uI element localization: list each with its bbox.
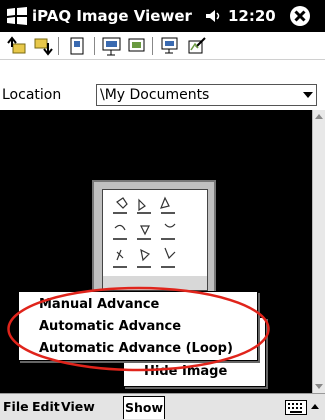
- keyboard-icon[interactable]: [285, 400, 307, 415]
- location-label: Location: [2, 87, 62, 103]
- toolbar-separator: [58, 37, 59, 55]
- menu-show[interactable]: Show: [123, 396, 166, 419]
- speaker-icon[interactable]: [205, 8, 223, 24]
- location-row: Location \My Documents: [0, 82, 325, 108]
- title-bar: iPAQ Image Viewer 12:20: [0, 0, 325, 32]
- menu-edit[interactable]: Edit: [31, 396, 61, 418]
- up-folder-icon[interactable]: [6, 35, 28, 57]
- menu-item-automatic-advance[interactable]: Automatic Advance: [39, 316, 181, 338]
- down-folder-icon[interactable]: [32, 35, 54, 57]
- app-title: iPAQ Image Viewer: [32, 7, 192, 25]
- windows-start-icon[interactable]: [4, 4, 30, 28]
- image-tool-icon[interactable]: [126, 35, 148, 57]
- image-thumbnail-frame[interactable]: [92, 180, 216, 298]
- advance-submenu: Manual Advance Automatic Advance Automat…: [18, 291, 258, 361]
- menu-item-manual-advance[interactable]: Manual Advance: [39, 294, 159, 316]
- scroll-down-icon[interactable]: [315, 384, 323, 389]
- clock[interactable]: 12:20: [228, 4, 276, 28]
- edit-image-icon[interactable]: [186, 35, 208, 57]
- page-icon[interactable]: [66, 35, 88, 57]
- sip-arrow-icon[interactable]: [311, 404, 319, 409]
- location-value: \My Documents: [100, 87, 210, 103]
- scroll-up-icon[interactable]: [315, 114, 323, 119]
- menu-view[interactable]: View: [60, 396, 96, 418]
- menu-item-automatic-advance-loop[interactable]: Automatic Advance (Loop): [39, 338, 233, 360]
- toolbar-separator: [152, 37, 153, 55]
- toolbar-separator: [94, 37, 95, 55]
- image-thumbnail: [102, 189, 208, 291]
- image-monitor-icon[interactable]: [160, 35, 182, 57]
- menu-item-hide-image[interactable]: Hide Image: [144, 362, 227, 382]
- vertical-scrollbar[interactable]: [312, 110, 325, 393]
- slideshow-icon[interactable]: [101, 35, 123, 57]
- chevron-down-icon[interactable]: [303, 92, 313, 98]
- location-select[interactable]: \My Documents: [96, 84, 317, 106]
- close-icon[interactable]: [288, 4, 312, 28]
- toolbar: [0, 32, 325, 60]
- menu-file[interactable]: File: [2, 396, 30, 418]
- menu-bar: File Edit View Show: [0, 393, 325, 420]
